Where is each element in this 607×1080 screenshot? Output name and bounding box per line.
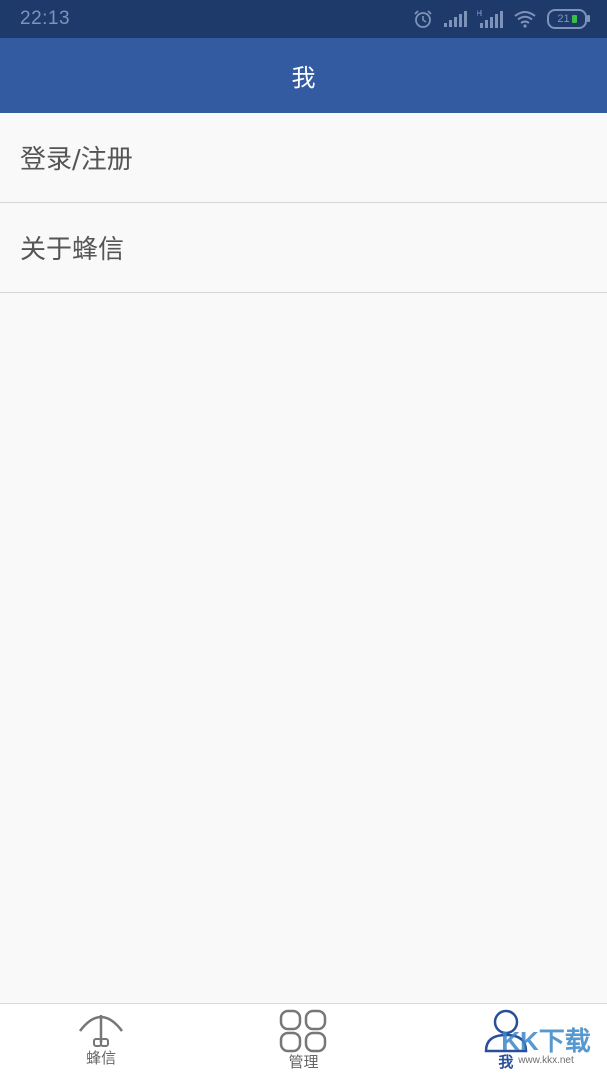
battery-level: 21 xyxy=(557,13,570,25)
tab-label: 蜂信 xyxy=(86,1049,117,1067)
umbrella-icon xyxy=(79,1015,124,1047)
page-title: 我 xyxy=(291,64,316,92)
login-register-item[interactable]: 登录/注册 xyxy=(0,113,607,203)
app-header: 我 xyxy=(0,38,607,113)
watermark-url: www.kkx.net xyxy=(518,1054,574,1066)
wifi-icon xyxy=(514,11,536,28)
alarm-icon xyxy=(414,10,432,28)
status-bar: 22:13 21 xyxy=(0,0,607,38)
tab-fengxin[interactable]: 蜂信 xyxy=(0,1004,202,1080)
watermark-logo-text: KK下载 xyxy=(501,1025,591,1056)
battery-icon: 21 xyxy=(547,9,590,29)
signal-icon xyxy=(444,11,467,27)
status-icons: 21 xyxy=(413,9,590,29)
tab-manage[interactable]: 管理 xyxy=(202,1004,404,1080)
menu-item-label: 关于蜂信 xyxy=(20,235,125,265)
tab-label: 管理 xyxy=(288,1053,319,1071)
grid-icon xyxy=(280,1009,327,1053)
menu-list: 登录/注册 关于蜂信 xyxy=(0,113,607,293)
watermark-logo: KK下载 www.kkx.net xyxy=(491,1016,601,1076)
menu-item-label: 登录/注册 xyxy=(20,145,133,175)
hd-signal-icon xyxy=(477,10,503,28)
about-item[interactable]: 关于蜂信 xyxy=(0,203,607,293)
status-time: 22:13 xyxy=(20,8,71,29)
